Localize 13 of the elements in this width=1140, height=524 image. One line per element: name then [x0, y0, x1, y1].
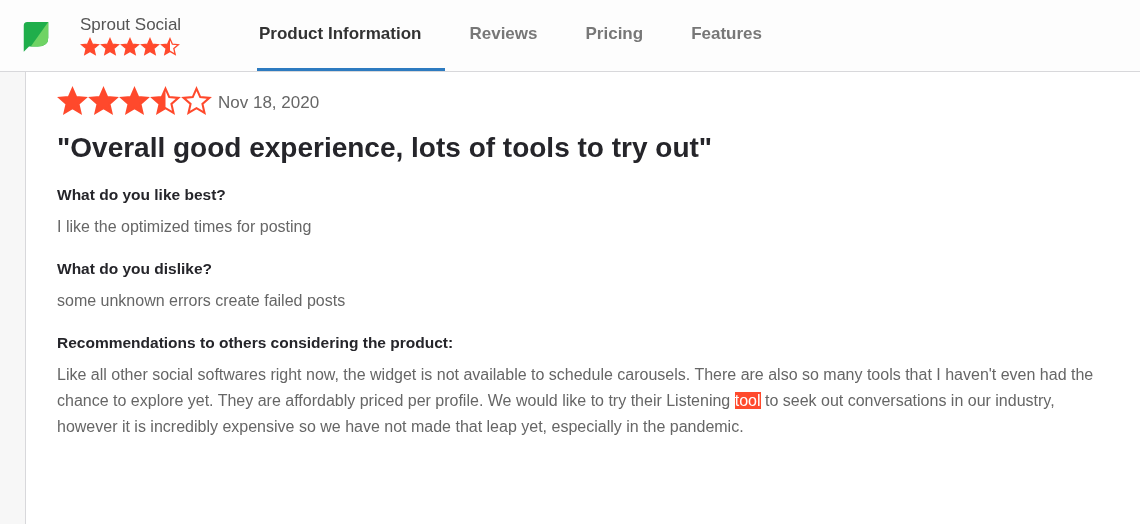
nav-tab[interactable]: Features [667, 0, 786, 71]
review-date: Nov 18, 2020 [218, 93, 320, 113]
question-heading: What do you dislike? [57, 260, 213, 278]
product-name: Sprout Social [80, 14, 183, 35]
review-answer: I like the optimized times for posting [57, 217, 313, 237]
review-answer: some unknown errors create failed posts [57, 291, 347, 311]
nav-tab[interactable]: Pricing [561, 0, 668, 71]
review-title: "Overall good experience, lots of tools to try out" [57, 132, 714, 164]
nav-tab[interactable]: Reviews [445, 0, 562, 71]
review-answer: Like all other social softwares right now, the widget is not available to schedule carousels. There are also so many tools that I haven't even had the chance to explore yet. They are affordably priced per profile. We would like to try their Listening tool to seek out conversations in our industry, however it is incredibly expensive so we have not made that leap yet, especially in the pandemic. [57, 365, 1095, 437]
nav-tab[interactable]: Product Information [257, 0, 446, 71]
question-heading: What do you like best? [57, 186, 227, 204]
question-heading: Recommendations to others considering the product: [57, 334, 455, 352]
